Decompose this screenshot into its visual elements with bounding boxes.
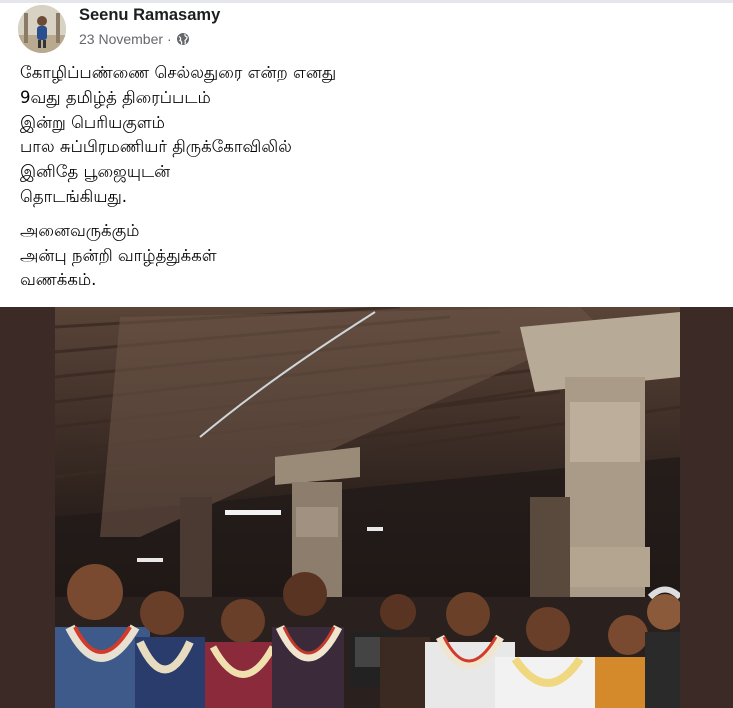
post-text: கோழிப்பண்ணை செல்லதுரை என்ற எனது 9வது தமி…	[20, 61, 710, 293]
post-date[interactable]: 23 November	[79, 31, 163, 47]
post-text-line: அனைவருக்கும்	[20, 220, 140, 240]
post-text-line: இனிதே பூஜையுடன்	[20, 162, 171, 182]
post-photo[interactable]	[0, 307, 733, 708]
author-name[interactable]: Seenu Ramasamy	[79, 6, 220, 25]
post-text-line: தொடங்கியது.	[20, 186, 128, 206]
avatar[interactable]	[18, 5, 66, 53]
post-meta: 23 November ·	[79, 31, 190, 47]
facebook-post: Seenu Ramasamy 23 November · கோழிப்பண்ணை…	[0, 0, 733, 708]
meta-separator: ·	[167, 31, 172, 47]
post-text-line: கோழிப்பண்ணை செல்லதுரை என்ற எனது	[20, 63, 337, 82]
post-text-line: வணக்கம்.	[20, 270, 97, 290]
post-text-line: இன்று பெரியகுளம்	[20, 112, 165, 132]
post-header: Seenu Ramasamy 23 November ·	[18, 5, 718, 53]
post-text-line: பால சுப்பிரமணியர் திருக்கோவிலில்	[20, 137, 292, 157]
post-text-line: 9வது தமிழ்த் திரைப்படம்	[20, 87, 211, 107]
globe-icon[interactable]	[176, 32, 190, 46]
divider	[0, 0, 733, 3]
post-text-line: அன்பு நன்றி வாழ்த்துக்கள்	[20, 245, 217, 265]
